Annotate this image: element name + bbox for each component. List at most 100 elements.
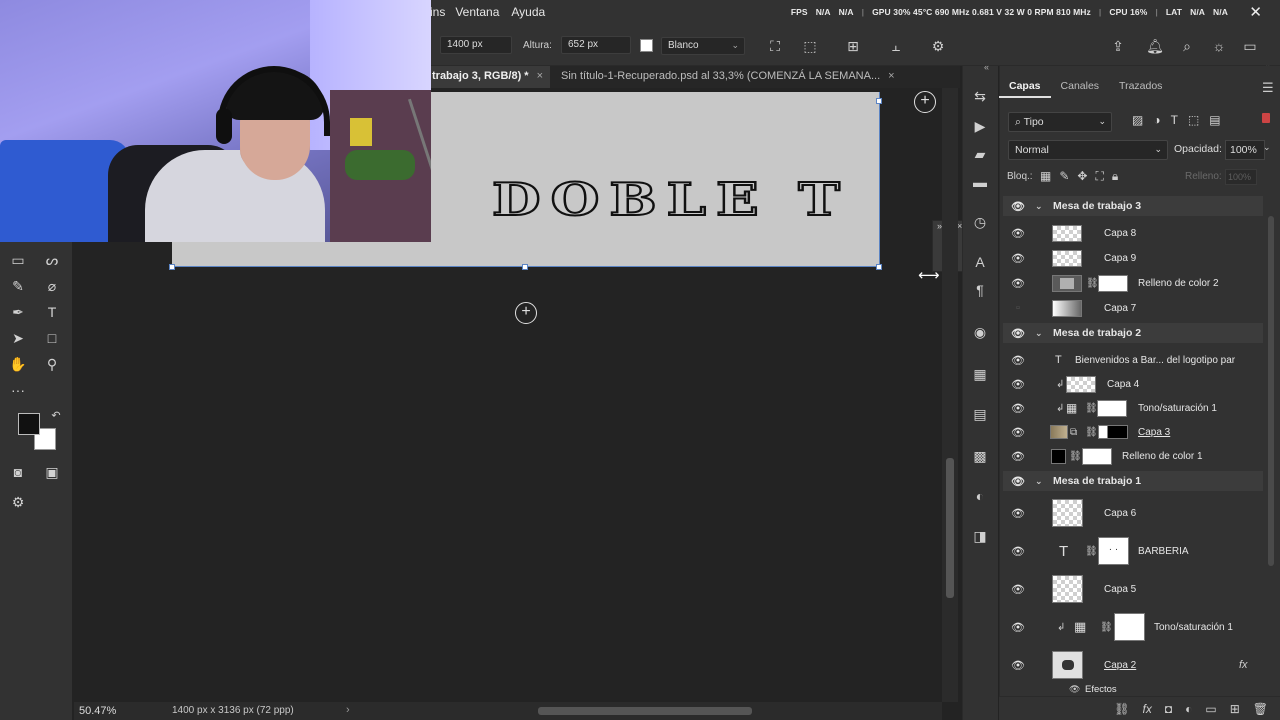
rectangle-tool-icon[interactable]: □	[40, 328, 64, 348]
link-icon[interactable]: ⛓	[1069, 451, 1082, 462]
link-icon[interactable]: ⛓	[1100, 622, 1113, 633]
quick-mask-icon[interactable]: ◙	[6, 462, 30, 482]
eraser-tool-icon[interactable]: ⌀	[40, 276, 64, 296]
tab-active-document[interactable]: trabajo 3, RGB/8) * ×	[430, 66, 550, 88]
eye-icon[interactable]: 👁︎	[1011, 252, 1025, 265]
menu-item-ventana[interactable]: Ventana	[455, 5, 499, 19]
add-artboard-right-icon[interactable]: +	[914, 91, 936, 113]
eye-icon[interactable]: 👁︎	[1011, 583, 1025, 596]
background-select[interactable]: Blanco ⌄	[661, 37, 745, 55]
layer-group[interactable]: 👁︎ ⌄ Mesa de trabajo 1	[1003, 471, 1263, 491]
eye-icon[interactable]: 👁︎	[1011, 378, 1025, 391]
eye-hidden-icon[interactable]: ▫	[1011, 302, 1025, 314]
adjustments-icon[interactable]: ◐	[970, 486, 990, 506]
lightbulb-icon[interactable]: ☼	[1209, 36, 1229, 56]
brush-settings-icon[interactable]: ▰	[970, 144, 990, 164]
layers-scrollbar[interactable]	[1266, 196, 1276, 696]
lock-pixels-icon[interactable]: ✎	[1059, 169, 1069, 184]
effects-icon[interactable]: fx	[1239, 659, 1248, 671]
layer-row[interactable]: 👁︎ T ⛓ · · BARBERIA	[1003, 536, 1263, 566]
eye-icon[interactable]: 👁︎	[1011, 354, 1025, 367]
close-icon[interactable]: ×	[537, 70, 543, 82]
layer-row[interactable]: ▫ Capa 7	[1003, 297, 1263, 319]
edit-toolbar-icon[interactable]: ⚙	[6, 492, 30, 512]
gear-icon[interactable]: ⚙	[928, 36, 948, 56]
trash-icon[interactable]: 🗑︎	[1253, 702, 1268, 716]
layer-row[interactable]: 👁︎ T Bienvenidos a Bar... del logotipo p…	[1003, 349, 1263, 371]
layer-row[interactable]: 👁︎ ↲ ▦ ⛓ Tono/saturación 1	[1003, 397, 1263, 419]
tab-channels[interactable]: Canales	[1051, 76, 1110, 98]
hand-tool-icon[interactable]: ✋	[6, 354, 30, 374]
fill-color-swatch[interactable]	[640, 39, 653, 52]
lock-all-icon[interactable]: 🔒︎	[1112, 169, 1118, 184]
swap-colors-icon[interactable]: ↶	[44, 406, 68, 426]
new-group-icon[interactable]: ▭	[1205, 702, 1216, 716]
new-layer-icon[interactable]: ⊞	[1230, 702, 1240, 716]
marquee-tool-icon[interactable]: ▭	[6, 250, 30, 270]
eye-icon[interactable]: 👁︎	[1011, 659, 1025, 672]
scroll-thumb[interactable]	[538, 707, 752, 715]
smart-object-filter-icon[interactable]: ▤	[1209, 113, 1220, 127]
eye-icon[interactable]: 👁︎	[1011, 327, 1025, 340]
link-icon[interactable]: ⛓	[1085, 403, 1098, 414]
link-icon[interactable]: ⛓	[1086, 278, 1099, 289]
libraries-icon[interactable]: ◨	[970, 526, 990, 546]
patterns-icon[interactable]: ▩	[970, 446, 990, 466]
more-tools-icon[interactable]: ···	[6, 380, 30, 400]
artboard-fit-icon[interactable]: ⬚	[800, 36, 820, 56]
eye-icon[interactable]: 👁︎	[1011, 475, 1025, 488]
share-icon[interactable]: ⇪	[1108, 36, 1128, 56]
shape-filter-icon[interactable]: ⬚	[1188, 113, 1199, 127]
layer-row[interactable]: 👁︎ ↲ Capa 4	[1003, 373, 1263, 395]
horizontal-scrollbar[interactable]	[360, 704, 942, 718]
layer-row[interactable]: 👁︎ Capa 6	[1003, 498, 1263, 528]
chevron-down-icon[interactable]: ⌄	[1263, 142, 1271, 153]
adjustment-layer-icon[interactable]: ◐	[1185, 702, 1192, 716]
close-icon[interactable]: ×	[888, 70, 894, 82]
eye-icon[interactable]: 👁︎	[1011, 450, 1025, 463]
tab-layers[interactable]: Capas	[999, 76, 1051, 98]
tab-paths[interactable]: Trazados	[1109, 76, 1172, 98]
panel-menu-icon[interactable]: ☰	[1262, 80, 1274, 96]
zoom-tool-icon[interactable]: ⚲	[40, 354, 64, 374]
opacity-field[interactable]: 100%	[1225, 140, 1265, 160]
blend-mode-select[interactable]: Normal ⌄	[1008, 140, 1168, 160]
lock-artboard-icon[interactable]: ⛶	[1095, 169, 1103, 184]
chevron-down-icon[interactable]: ⌄	[1035, 476, 1043, 487]
vertical-scrollbar[interactable]	[942, 88, 958, 702]
fx-icon[interactable]: fx	[1143, 702, 1152, 716]
link-layers-icon[interactable]: ⛓	[1114, 702, 1129, 716]
eye-icon[interactable]: 👁︎	[1011, 545, 1025, 558]
add-mask-icon[interactable]: ◘	[1165, 702, 1172, 716]
eye-icon[interactable]: 👁︎	[1011, 402, 1025, 415]
chevron-right-icon[interactable]: ›	[346, 704, 350, 716]
layer-row[interactable]: 👁︎ ⛓ Relleno de color 1	[1003, 445, 1263, 467]
lasso-tool-icon[interactable]: ᔕ	[40, 250, 64, 270]
close-icon[interactable]: ✕	[1249, 3, 1262, 21]
layer-row[interactable]: 👁︎ Capa 2 fx	[1003, 650, 1263, 680]
gradient-icon[interactable]: ▤	[970, 404, 990, 424]
layer-group[interactable]: 👁︎ ⌄ Mesa de trabajo 2	[1003, 323, 1263, 343]
chevron-down-icon[interactable]: ⌄	[1035, 201, 1043, 212]
swatches-icon[interactable]: ▦	[970, 364, 990, 384]
type-tool-icon[interactable]: T	[40, 302, 64, 322]
layer-row[interactable]: 👁︎ Capa 5	[1003, 574, 1263, 604]
eye-icon[interactable]: 👁︎	[1011, 277, 1025, 290]
color-icon[interactable]: ◉	[970, 322, 990, 342]
bell-icon[interactable]: 🔔︎	[1145, 36, 1165, 56]
tab-inactive-document[interactable]: Sin título-1-Recuperado.psd al 33,3% (CO…	[553, 66, 917, 88]
workspace-icon[interactable]: ▭	[1240, 36, 1260, 56]
layer-group[interactable]: 👁︎ ⌄ Mesa de trabajo 3	[1003, 196, 1263, 216]
search-icon[interactable]: ⌕	[1177, 36, 1197, 56]
layer-effects-row[interactable]: 👁︎ Efectos	[1003, 682, 1263, 696]
layer-row[interactable]: 👁︎ Capa 8	[1003, 222, 1263, 244]
add-artboard-icon[interactable]: ⊞	[843, 36, 863, 56]
scroll-thumb[interactable]	[1268, 216, 1274, 566]
layer-row[interactable]: 👁︎ ⧉ ⛓ Capa 3	[1003, 421, 1263, 443]
chevron-down-icon[interactable]: ⌄	[1035, 328, 1043, 339]
type-filter-icon[interactable]: T	[1171, 113, 1178, 127]
menu-item-ayuda[interactable]: Ayuda	[511, 5, 545, 19]
brush-tool-icon[interactable]: ✎	[6, 276, 30, 296]
menu-item-plugins[interactable]: ins	[430, 5, 445, 19]
layer-row[interactable]: 👁︎ Capa 9	[1003, 247, 1263, 269]
